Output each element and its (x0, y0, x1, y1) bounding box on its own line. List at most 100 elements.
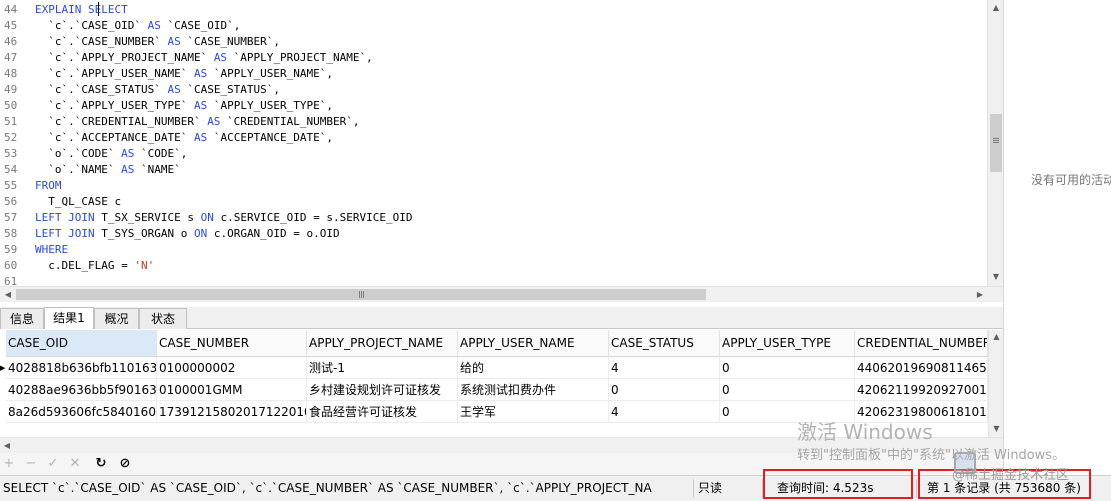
sql-text: `APPLY_USER_NAME`, (207, 67, 334, 80)
cell-case-status[interactable]: 4 (609, 401, 720, 423)
code-line[interactable]: `c`.`CASE_STATUS` AS `CASE_STATUS`, (35, 82, 280, 98)
cell-credential-number[interactable]: 44062019690811465 (855, 357, 988, 379)
cell-apply-project-name[interactable]: 测试-1 (307, 357, 458, 379)
tab-result-1[interactable]: 结果1 (44, 307, 94, 329)
column-header-apply-user-name[interactable]: APPLY_USER_NAME (458, 330, 609, 357)
sql-text: `c`.`ACCEPTANCE_DATE` (35, 131, 194, 144)
cell-case-number[interactable]: 17391215802017122010034 (157, 401, 307, 423)
sql-text: T_QL_CASE c (35, 195, 122, 208)
editor-horizontal-scroll-thumb[interactable] (16, 289, 706, 300)
sql-text: `CREDENTIAL_NUMBER`, (220, 115, 360, 128)
editor-vertical-scroll-thumb[interactable] (990, 114, 1002, 172)
cell-credential-number[interactable]: 42062319800618101X (855, 401, 988, 423)
sql-text: `CASE_OID`, (160, 19, 241, 32)
code-line[interactable]: `c`.`APPLY_USER_NAME` AS `APPLY_USER_NAM… (35, 66, 333, 82)
status-separator (693, 479, 694, 498)
line-number: 47 (4, 51, 18, 64)
grid-scroll-up-arrow-icon[interactable]: ▲ (989, 330, 1003, 344)
tab-status[interactable]: 状态 (139, 308, 187, 329)
grid-horizontal-scrollbar[interactable]: ◀ (0, 437, 1003, 453)
grid-scroll-left-arrow-icon[interactable]: ◀ (0, 438, 14, 453)
tab-info[interactable]: 信息 (0, 308, 44, 329)
scroll-down-arrow-icon[interactable]: ▼ (988, 269, 1003, 284)
tab-profile[interactable]: 概况 (94, 308, 139, 329)
code-area[interactable]: EXPLAIN SELECT `c`.`CASE_OID` AS `CASE_O… (35, 0, 987, 286)
cell-case-number[interactable]: 0100000002 (157, 357, 307, 379)
result-tab-bar: 信息 结果1 概况 状态 (0, 307, 1003, 329)
column-header-credential-number[interactable]: CREDENTIAL_NUMBER (855, 330, 988, 357)
delete-record-button[interactable]: − (22, 455, 40, 473)
stop-button[interactable]: ⊘ (116, 455, 134, 473)
cell-apply-user-type[interactable]: 0 (720, 401, 855, 423)
sql-editor[interactable]: 44 45 46 47 48 49 50 51 52 53 54 55 56 57 58 59 60 61 EXP… (0, 0, 1003, 286)
code-line[interactable]: `c`.`CREDENTIAL_NUMBER` AS `CREDENTIAL_N… (35, 114, 360, 130)
editor-vertical-scrollbar[interactable]: ▲ ▼ (987, 0, 1003, 286)
cell-case-oid[interactable]: 8a26d593606fc58401607 (6, 401, 157, 423)
sql-keyword: ON (193, 227, 208, 240)
editor-horizontal-scrollbar[interactable]: ◀ ▶ (0, 286, 1003, 302)
sql-string: 'N' (134, 259, 155, 272)
sql-keyword: AS (121, 147, 135, 160)
scroll-left-arrow-icon[interactable]: ◀ (0, 287, 16, 302)
column-header-apply-project-name[interactable]: APPLY_PROJECT_NAME (307, 330, 458, 357)
column-header-apply-user-type[interactable]: APPLY_USER_TYPE (720, 330, 855, 357)
line-number: 59 (4, 243, 18, 256)
column-header-case-oid[interactable]: CASE_OID (6, 330, 157, 357)
cell-case-status[interactable]: 4 (609, 357, 720, 379)
sql-keyword: AS (167, 35, 181, 48)
code-line[interactable]: `c`.`ACCEPTANCE_DATE` AS `ACCEPTANCE_DAT… (35, 130, 333, 146)
grid-scroll-down-arrow-icon[interactable]: ▼ (989, 422, 1003, 436)
grid-vertical-scrollbar[interactable]: ▲ ▼ (988, 330, 1003, 437)
sql-keyword: AS (213, 51, 228, 64)
line-number: 50 (4, 99, 18, 112)
add-record-button[interactable]: + (0, 455, 18, 473)
code-line[interactable]: `o`.`CODE` AS `CODE`, (35, 146, 187, 162)
sql-text: c.ORGAN_OID = o.OID (207, 227, 340, 240)
discard-changes-button[interactable]: ✕ (66, 455, 84, 473)
sql-keyword: AS (207, 115, 221, 128)
code-line[interactable]: LEFT JOIN T_SYS_ORGAN o ON c.ORGAN_OID =… (35, 226, 340, 242)
line-number: 53 (4, 147, 18, 160)
column-header-case-status[interactable]: CASE_STATUS (609, 330, 720, 357)
scroll-right-arrow-icon[interactable]: ▶ (972, 287, 988, 302)
cell-apply-user-name[interactable]: 给的 (458, 357, 609, 379)
cell-case-oid[interactable]: 40288ae9636bb5f901636 (6, 379, 157, 401)
sql-keyword: LEFT JOIN (35, 211, 95, 224)
apply-changes-button[interactable]: ✓ (44, 455, 62, 473)
code-line[interactable]: `c`.`APPLY_USER_TYPE` AS `APPLY_USER_TYP… (35, 98, 333, 114)
line-number: 48 (4, 67, 18, 80)
code-line[interactable]: c.DEL_FLAG = 'N' (35, 258, 154, 274)
refresh-button[interactable]: ↻ (92, 455, 110, 473)
cell-case-status[interactable]: 0 (609, 379, 720, 401)
code-line[interactable]: `c`.`CASE_NUMBER` AS `CASE_NUMBER`, (35, 34, 280, 50)
sql-text: `NAME` (134, 163, 181, 176)
cell-apply-user-type[interactable]: 0 (720, 357, 855, 379)
line-number: 52 (4, 131, 18, 144)
cell-apply-project-name[interactable]: 食品经营许可证核发 (307, 401, 458, 423)
cell-credential-number[interactable]: 420621199209270014 (855, 379, 988, 401)
sql-text: `c`.`CASE_OID` (35, 19, 148, 32)
code-line[interactable]: WHERE (35, 242, 68, 258)
line-number: 46 (4, 35, 18, 48)
cell-apply-user-name[interactable]: 系统测试扣费办件 (458, 379, 609, 401)
code-line[interactable]: LEFT JOIN T_SX_SERVICE s ON c.SERVICE_OI… (35, 210, 413, 226)
code-line[interactable]: `o`.`NAME` AS `NAME` (35, 162, 181, 178)
sql-text: `o`.`CODE` (35, 147, 122, 160)
scroll-up-arrow-icon[interactable]: ▲ (988, 0, 1003, 15)
cell-apply-user-type[interactable]: 0 (720, 379, 855, 401)
cell-case-oid[interactable]: 4028818b636bfb1101636 (6, 357, 157, 379)
code-line[interactable]: `c`.`CASE_OID` AS `CASE_OID`, (35, 18, 240, 34)
code-line[interactable]: FROM (35, 178, 62, 194)
code-line[interactable]: EXPLAIN SELECT (35, 2, 128, 18)
column-header-case-number[interactable]: CASE_NUMBER (157, 330, 307, 357)
sql-keyword: AS (193, 131, 208, 144)
cell-apply-project-name[interactable]: 乡村建设规划许可证核发 (307, 379, 458, 401)
sql-keyword: AS (193, 99, 208, 112)
sql-text: `APPLY_PROJECT_NAME`, (227, 51, 373, 64)
sql-text: `c`.`APPLY_USER_NAME` (35, 67, 194, 80)
code-line[interactable]: `c`.`APPLY_PROJECT_NAME` AS `APPLY_PROJE… (35, 50, 373, 66)
cell-case-number[interactable]: 0100001GMM (157, 379, 307, 401)
result-grid[interactable]: CASE_OID CASE_NUMBER APPLY_PROJECT_NAME … (0, 330, 1003, 437)
cell-apply-user-name[interactable]: 王学军 (458, 401, 609, 423)
code-line[interactable]: T_QL_CASE c (35, 194, 121, 210)
